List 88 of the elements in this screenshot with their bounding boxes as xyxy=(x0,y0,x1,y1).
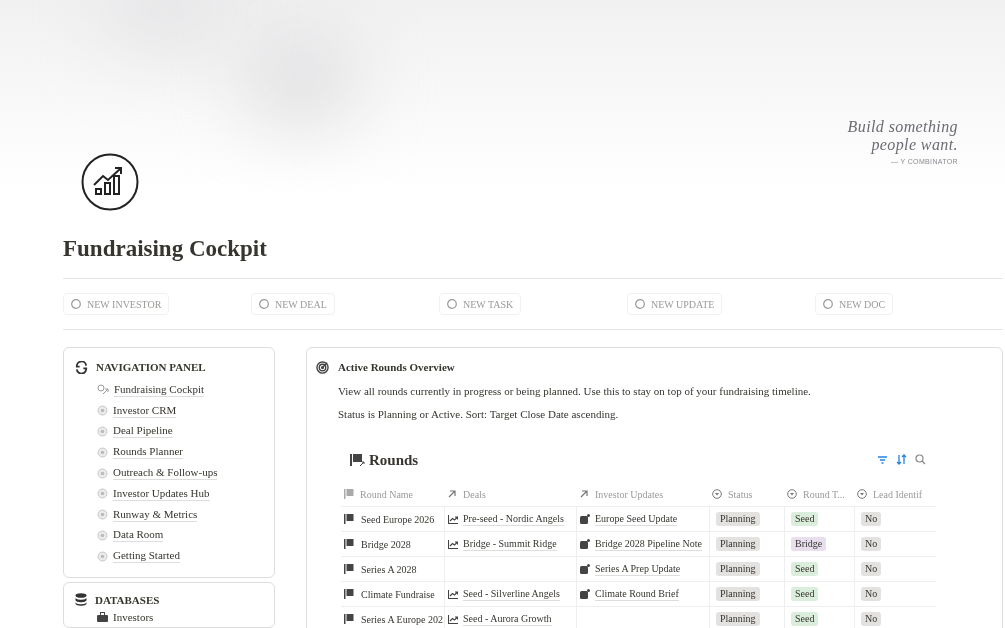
briefcase-icon xyxy=(97,612,108,623)
nav-link[interactable]: Rounds Planner xyxy=(113,445,183,460)
circle-icon xyxy=(71,299,81,309)
round-name[interactable]: Climate Fundraise xyxy=(361,586,435,602)
nav-link[interactable]: Investor CRM xyxy=(113,403,177,418)
status-tag: Planning xyxy=(716,587,760,601)
circle-icon xyxy=(635,299,645,309)
deal-link[interactable]: Bridge - Summit Ridge xyxy=(463,537,557,551)
circle-icon xyxy=(823,299,833,309)
panel-heading: NAVIGATION PANEL xyxy=(96,360,206,375)
trend-chart-icon xyxy=(448,514,458,524)
chart-growth-icon xyxy=(81,153,139,211)
round-name[interactable]: Series A 2028 xyxy=(361,561,417,577)
round-type-tag: Seed xyxy=(791,612,819,626)
lead-tag: No xyxy=(861,562,882,576)
nav-link[interactable]: Investor Updates Hub xyxy=(113,486,210,501)
round-type-tag: Seed xyxy=(791,562,819,576)
database-icon xyxy=(75,593,87,607)
round-type-tag: Seed xyxy=(791,587,819,601)
quote-text: Build something people want. xyxy=(846,118,958,154)
status-tag: Planning xyxy=(716,537,760,551)
update-link[interactable]: Series A Prep Update xyxy=(595,562,681,576)
flag-icon xyxy=(344,564,354,574)
link-arrow-icon xyxy=(97,384,109,396)
section-heading: Active Rounds Overview xyxy=(338,360,455,375)
update-link[interactable]: Europe Seed Update xyxy=(595,512,678,526)
page-icon xyxy=(97,405,108,417)
deal-link[interactable]: Seed - Aurora Growth xyxy=(463,612,552,626)
page-icon xyxy=(97,509,108,521)
page-icon xyxy=(97,550,108,562)
dropdown-circle-icon xyxy=(712,489,722,499)
round-name[interactable]: Series A Europe 202 xyxy=(361,611,443,627)
database-link[interactable]: Investors xyxy=(113,610,154,624)
deal-link[interactable]: Seed - Silverline Angels xyxy=(463,587,560,601)
search-icon[interactable] xyxy=(915,454,926,466)
trend-chart-icon xyxy=(448,614,458,624)
flag-icon xyxy=(344,539,354,549)
filter-icon[interactable] xyxy=(877,454,888,466)
round-name[interactable]: Seed Europe 2026 xyxy=(361,511,435,527)
lead-tag: No xyxy=(861,612,882,626)
panel-heading: DATABASES xyxy=(95,592,160,608)
nav-link[interactable]: Fundraising Cockpit xyxy=(114,382,205,397)
document-icon xyxy=(580,564,590,574)
round-type-tag: Seed xyxy=(791,512,819,526)
document-icon xyxy=(580,539,590,549)
target-icon xyxy=(316,360,329,374)
dropdown-circle-icon xyxy=(857,489,867,499)
document-icon xyxy=(580,514,590,524)
sync-icon xyxy=(75,360,88,374)
trend-chart-icon xyxy=(448,589,458,599)
page-icon xyxy=(97,467,108,479)
nav-link[interactable]: Deal Pipeline xyxy=(113,424,173,439)
status-tag: Planning xyxy=(716,612,760,626)
lead-tag: No xyxy=(861,537,882,551)
circle-icon xyxy=(447,299,457,309)
arrow-up-right-icon xyxy=(579,489,589,499)
circle-icon xyxy=(259,299,269,309)
nav-link[interactable]: Runway & Metrics xyxy=(113,507,198,522)
flag-icon xyxy=(344,589,354,599)
nav-link[interactable]: Outreach & Follow-ups xyxy=(113,466,218,481)
nav-link[interactable]: Data Room xyxy=(113,528,164,543)
flag-icon xyxy=(350,452,365,467)
page-icon xyxy=(97,426,108,437)
flag-icon xyxy=(344,614,354,624)
nav-link[interactable]: Getting Started xyxy=(113,549,180,564)
update-link[interactable]: Climate Round Brief xyxy=(595,587,679,601)
dropdown-circle-icon xyxy=(787,489,797,499)
status-tag: Planning xyxy=(716,512,760,526)
lead-tag: No xyxy=(861,512,882,526)
status-tag: Planning xyxy=(716,562,760,576)
trend-chart-icon xyxy=(448,539,458,549)
filter-text: Status is Planning or Active. Sort: Target Close Date ascending. xyxy=(338,407,620,422)
update-link[interactable]: Bridge 2028 Pipeline Note xyxy=(595,537,702,551)
flag-icon xyxy=(344,514,354,524)
lead-tag: No xyxy=(861,587,882,601)
description-text: View all rounds currently in progress or being planned. Use this to stay on top of your fundraising timeline. xyxy=(338,383,812,399)
flag-icon xyxy=(344,489,354,499)
round-type-tag: Bridge xyxy=(791,537,827,551)
table-title: Rounds xyxy=(369,450,419,470)
arrow-up-right-icon xyxy=(447,489,457,499)
page-title: Fundraising Cockpit xyxy=(63,235,268,263)
page-icon xyxy=(97,529,108,541)
document-icon xyxy=(580,589,590,599)
sort-icon[interactable] xyxy=(896,454,907,466)
deal-link[interactable]: Pre-seed - Nordic Angels xyxy=(463,512,564,526)
round-name[interactable]: Bridge 2028 xyxy=(361,536,411,552)
page-icon xyxy=(97,446,108,458)
page-icon xyxy=(97,488,108,500)
